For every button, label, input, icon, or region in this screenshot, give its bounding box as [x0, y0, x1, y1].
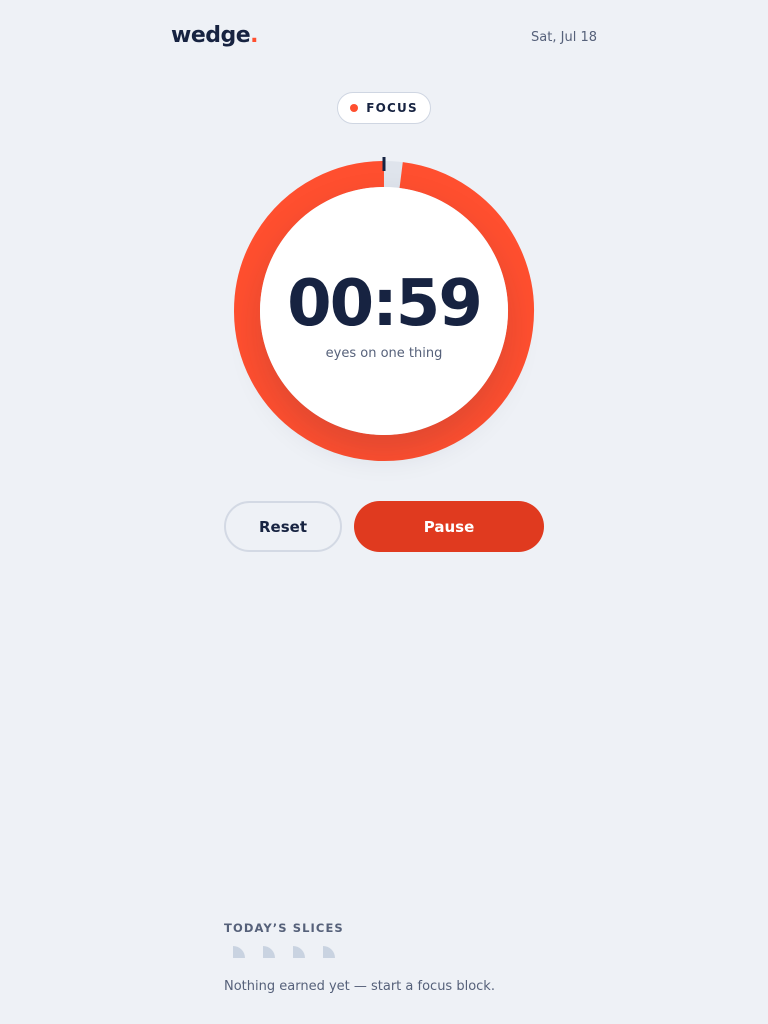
slices-row	[233, 946, 335, 958]
timer-caption: eyes on one thing	[325, 346, 443, 361]
slice-placeholder-icon	[263, 946, 275, 958]
mode-pill[interactable]: FOCUS	[337, 92, 431, 124]
timer-display: 00:59	[287, 267, 483, 341]
mode-indicator-dot-icon	[350, 104, 359, 112]
header-date: Sat, Jul 18	[531, 30, 597, 45]
logo-wordmark: wedge	[171, 23, 251, 48]
slices-empty-message: Nothing earned yet — start a focus block…	[224, 979, 495, 994]
reset-button[interactable]: Reset	[224, 501, 342, 552]
wedge-logo: wedge.	[171, 22, 259, 50]
slice-placeholder-icon	[323, 946, 335, 958]
timer-face: 00:59 eyes on one thing	[260, 187, 508, 435]
slices-heading: TODAY’S SLICES	[224, 921, 344, 935]
mode-label: FOCUS	[366, 101, 418, 115]
slice-placeholder-icon	[293, 946, 305, 958]
pause-button[interactable]: Pause	[354, 501, 544, 552]
slice-placeholder-icon	[233, 946, 245, 958]
logo-dot: .	[250, 23, 259, 48]
